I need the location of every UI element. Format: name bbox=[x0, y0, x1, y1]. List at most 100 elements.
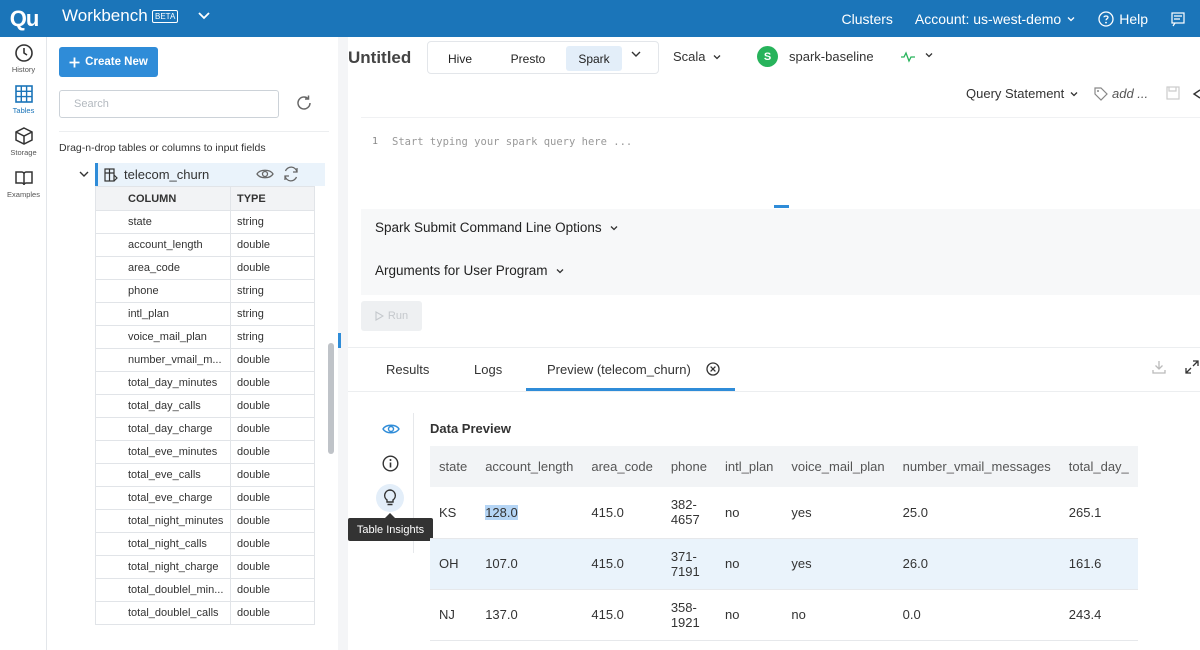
column-name[interactable]: total_night_charge bbox=[95, 555, 231, 579]
preview-column-header[interactable]: voice_mail_plan bbox=[782, 446, 894, 487]
column-row[interactable]: total_night_calls double bbox=[95, 532, 315, 556]
column-row[interactable]: intl_plan string bbox=[95, 302, 315, 326]
rail-item-storage[interactable]: Storage bbox=[0, 126, 47, 157]
column-name[interactable]: total_eve_minutes bbox=[95, 440, 231, 464]
preview-column-header[interactable]: account_length bbox=[476, 446, 583, 487]
expand-icon[interactable] bbox=[1185, 360, 1199, 374]
save-icon[interactable] bbox=[1166, 86, 1180, 100]
preview-column-header[interactable]: total_day_ bbox=[1059, 446, 1138, 487]
column-name[interactable]: total_doublel_calls bbox=[95, 601, 231, 625]
preview-column-header[interactable]: number_vmail_messages bbox=[893, 446, 1060, 487]
column-name[interactable]: number_vmail_m... bbox=[95, 348, 231, 372]
panel-resize-handle[interactable] bbox=[338, 333, 341, 348]
preview-column-header[interactable]: phone bbox=[661, 446, 716, 487]
column-row[interactable]: number_vmail_m... double bbox=[95, 348, 315, 372]
cell-value: yes bbox=[791, 556, 812, 571]
engine-presto[interactable]: Presto bbox=[500, 46, 556, 71]
lightbulb-icon[interactable] bbox=[383, 489, 397, 507]
close-icon[interactable] bbox=[706, 362, 720, 376]
help-menu[interactable]: Help bbox=[1098, 11, 1148, 27]
tab-logs[interactable]: Logs bbox=[474, 362, 502, 377]
column-row[interactable]: total_eve_charge double bbox=[95, 486, 315, 510]
column-name[interactable]: total_day_charge bbox=[95, 417, 231, 441]
preview-column-header[interactable]: state bbox=[430, 446, 477, 487]
eye-icon[interactable] bbox=[382, 421, 400, 437]
column-name[interactable]: total_eve_calls bbox=[95, 463, 231, 487]
storage-icon bbox=[14, 127, 33, 145]
cluster-name[interactable]: spark-baseline bbox=[789, 49, 874, 64]
scrollbar-thumb[interactable] bbox=[328, 343, 334, 454]
column-row[interactable]: area_code double bbox=[95, 256, 315, 280]
add-tag-button[interactable]: add ... bbox=[1094, 86, 1148, 101]
column-row[interactable]: total_eve_calls double bbox=[95, 463, 315, 487]
rail-item-examples[interactable]: Examples bbox=[0, 168, 47, 199]
preview-column-header[interactable]: area_code bbox=[582, 446, 662, 487]
column-row[interactable]: voice_mail_plan string bbox=[95, 325, 315, 349]
column-name[interactable]: voice_mail_plan bbox=[95, 325, 231, 349]
cell-value: NJ bbox=[439, 607, 455, 622]
user-arguments-toggle[interactable]: Arguments for User Program bbox=[375, 263, 565, 278]
column-name[interactable]: account_length bbox=[95, 233, 231, 257]
chevron-down-icon[interactable] bbox=[924, 50, 934, 60]
refresh-icon[interactable] bbox=[282, 166, 300, 182]
run-button[interactable]: Run bbox=[361, 301, 422, 331]
language-selector[interactable]: Scala bbox=[673, 49, 722, 64]
column-name[interactable]: total_eve_charge bbox=[95, 486, 231, 510]
column-row[interactable]: account_length double bbox=[95, 233, 315, 257]
column-row[interactable]: total_doublel_min... double bbox=[95, 578, 315, 602]
column-row[interactable]: total_day_minutes double bbox=[95, 371, 315, 395]
tab-results[interactable]: Results bbox=[386, 362, 429, 377]
column-row[interactable]: total_night_minutes double bbox=[95, 509, 315, 533]
column-name[interactable]: intl_plan bbox=[95, 302, 231, 326]
query-input[interactable] bbox=[392, 132, 1172, 152]
column-name[interactable]: total_day_calls bbox=[95, 394, 231, 418]
column-row[interactable]: total_day_calls double bbox=[95, 394, 315, 418]
table-cell: yes bbox=[782, 487, 894, 539]
column-type: double bbox=[230, 532, 315, 556]
rail-item-tables[interactable]: Tables bbox=[0, 84, 47, 115]
preview-column-header[interactable]: intl_plan bbox=[715, 446, 783, 487]
column-name[interactable]: state bbox=[95, 210, 231, 234]
chevron-down-icon[interactable] bbox=[78, 168, 90, 180]
table-row: NJ 137.0 415.0 358-1921 no no 0.0 243.4 bbox=[430, 589, 1138, 641]
query-title[interactable]: Untitled bbox=[348, 48, 411, 68]
column-name[interactable]: area_code bbox=[95, 256, 231, 280]
column-name[interactable]: total_night_calls bbox=[95, 532, 231, 556]
column-name[interactable]: total_doublel_min... bbox=[95, 578, 231, 602]
clusters-menu[interactable]: Clusters bbox=[842, 11, 893, 27]
rail-item-history[interactable]: History bbox=[0, 43, 47, 74]
column-row[interactable]: total_day_charge double bbox=[95, 417, 315, 441]
column-name[interactable]: phone bbox=[95, 279, 231, 303]
spark-submit-options-toggle[interactable]: Spark Submit Command Line Options bbox=[375, 220, 619, 235]
table-cell: KS bbox=[430, 487, 477, 539]
chevron-down-icon[interactable] bbox=[630, 48, 642, 60]
tab-preview[interactable]: Preview (telecom_churn) bbox=[547, 362, 691, 377]
create-new-button[interactable]: Create New bbox=[59, 47, 158, 77]
column-name[interactable]: total_night_minutes bbox=[95, 509, 231, 533]
engine-spark[interactable]: Spark bbox=[566, 46, 622, 71]
account-menu[interactable]: Account: us-west-demo bbox=[915, 11, 1076, 27]
app-title[interactable]: Workbench bbox=[62, 6, 148, 26]
column-row[interactable]: total_doublel_calls double bbox=[95, 601, 315, 625]
column-row[interactable]: phone string bbox=[95, 279, 315, 303]
download-icon[interactable] bbox=[1152, 360, 1166, 374]
info-icon[interactable] bbox=[382, 455, 399, 472]
refresh-icon[interactable] bbox=[295, 94, 313, 112]
search-input[interactable] bbox=[59, 90, 279, 118]
engine-hive[interactable]: Hive bbox=[436, 46, 484, 71]
column-name[interactable]: total_day_minutes bbox=[95, 371, 231, 395]
table-cell: 26.0 bbox=[893, 538, 1060, 590]
feedback-button[interactable] bbox=[1170, 11, 1186, 27]
qubole-logo[interactable]: Qu bbox=[0, 0, 48, 37]
chevron-down-icon[interactable] bbox=[196, 7, 212, 23]
column-row[interactable]: state string bbox=[95, 210, 315, 234]
column-row[interactable]: total_eve_minutes double bbox=[95, 440, 315, 464]
column-type: double bbox=[230, 509, 315, 533]
query-statement-dropdown[interactable]: Query Statement bbox=[966, 86, 1079, 101]
column-type: double bbox=[230, 233, 315, 257]
editor-resize-handle[interactable] bbox=[774, 205, 789, 208]
collapse-icon[interactable] bbox=[1192, 88, 1200, 100]
column-row[interactable]: total_night_charge double bbox=[95, 555, 315, 579]
table-name[interactable]: telecom_churn bbox=[124, 167, 209, 182]
eye-icon[interactable] bbox=[256, 166, 274, 182]
